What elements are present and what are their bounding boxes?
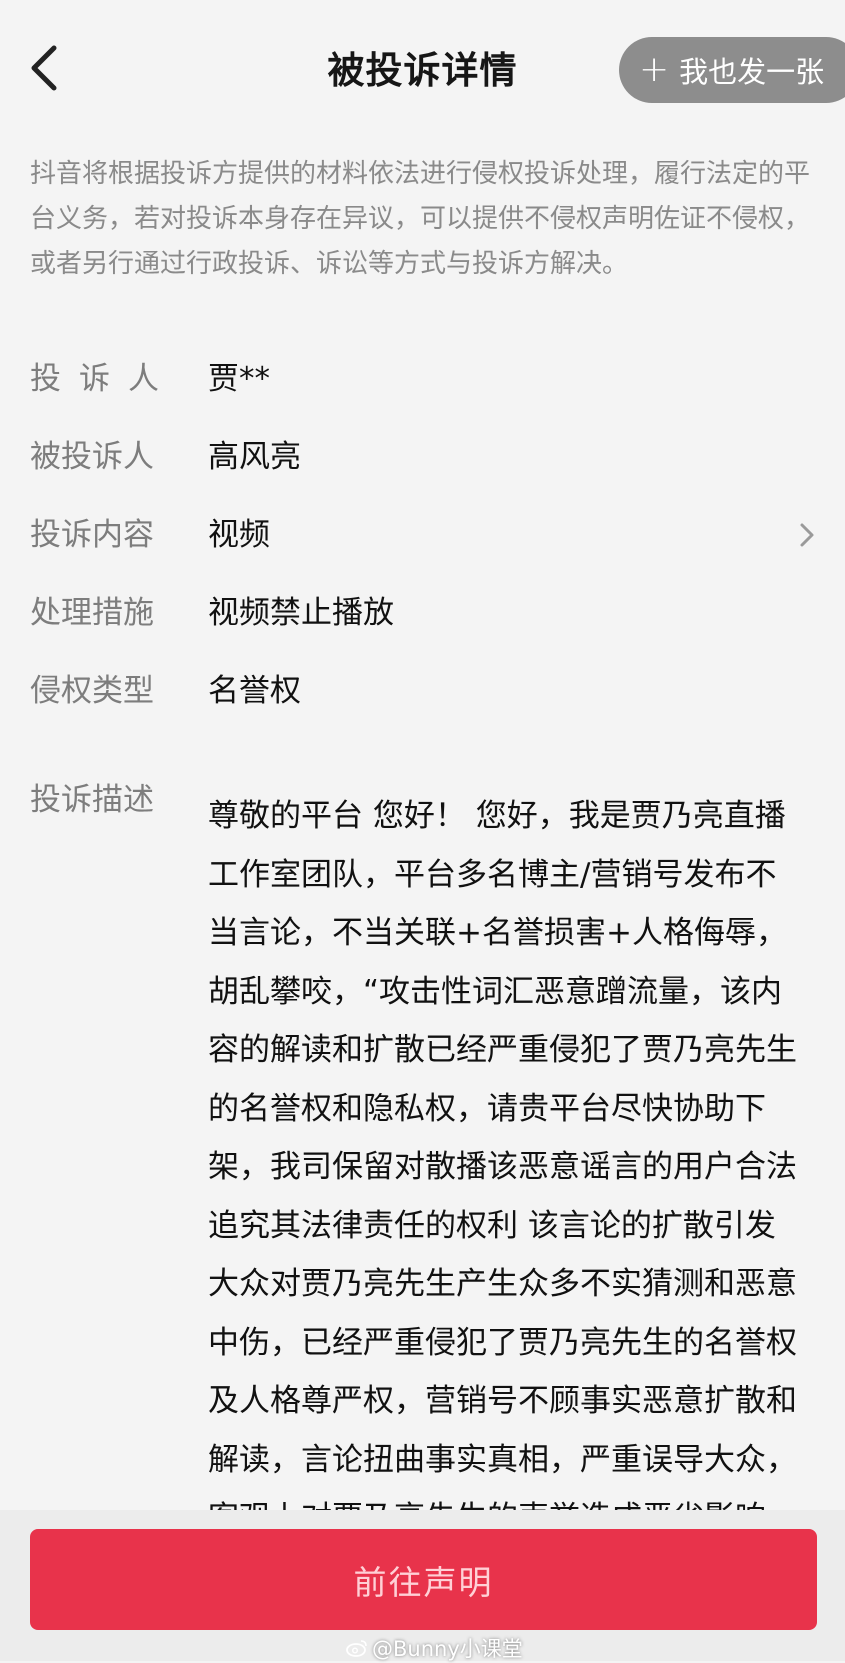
post-one-too-label: 我也发一张 xyxy=(679,55,825,89)
complaint-content-row[interactable]: 投诉内容 视频 xyxy=(30,505,820,565)
handling-measure-label: 处理措施 xyxy=(30,595,154,631)
chevron-right-icon xyxy=(800,523,814,547)
respondent-label: 被投诉人 xyxy=(30,439,154,475)
infringement-type-label: 侵权类型 xyxy=(30,673,154,709)
plus-icon: + xyxy=(639,49,670,90)
weibo-logo-icon xyxy=(346,1640,367,1657)
handling-measure-row: 处理措施 视频禁止播放 xyxy=(30,583,820,643)
handling-measure-value: 视频禁止播放 xyxy=(208,595,394,631)
description-text: 尊敬的平台 您好！ 您好，我是贾乃亮直播工作室团队，平台多名博主/营销号发布不当… xyxy=(208,798,797,1517)
complaint-content-label: 投诉内容 xyxy=(30,517,154,553)
post-one-too-button[interactable]: + 我也发一张 xyxy=(619,37,845,103)
go-to-statement-button[interactable]: 前往声明 xyxy=(30,1529,817,1630)
complaint-notice: 抖音将根据投诉方提供的材料依法进行侵权投诉处理，履行法定的平台义务，若对投诉本身… xyxy=(30,159,811,279)
respondent-value: 高风亮 xyxy=(208,439,301,475)
watermark-text: @Bunny小课堂 xyxy=(372,1637,523,1661)
complainant-value: 贾** xyxy=(208,361,270,397)
complainant-row: 投诉人 贾** xyxy=(30,349,820,409)
complainant-label: 投诉人 xyxy=(30,361,177,397)
complaint-content-value: 视频 xyxy=(208,517,270,553)
watermark: @Bunny小课堂 xyxy=(346,1633,523,1663)
infringement-type-value: 名誉权 xyxy=(208,673,301,709)
header-bar: 被投诉详情 + 我也发一张 xyxy=(0,0,845,135)
description-label: 投诉描述 xyxy=(30,782,154,818)
respondent-row: 被投诉人 高风亮 xyxy=(30,427,820,487)
infringement-type-row: 侵权类型 名誉权 xyxy=(30,661,820,721)
